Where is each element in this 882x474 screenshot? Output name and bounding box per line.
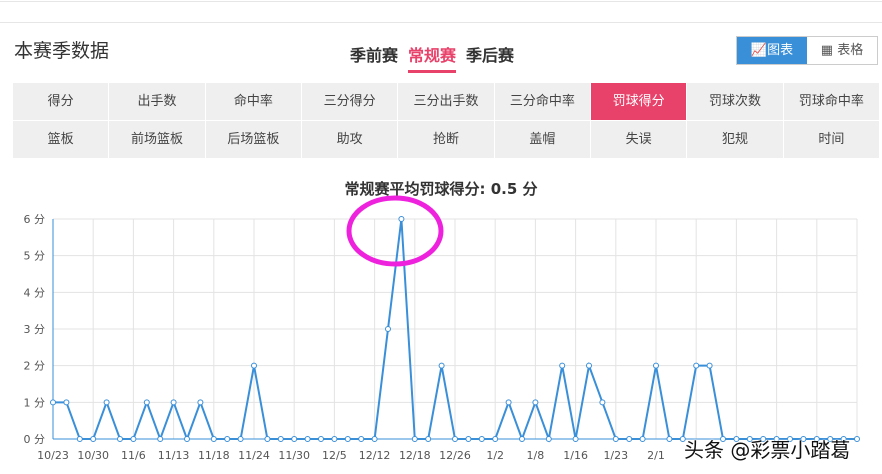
y-tick-label: 2 分	[24, 360, 46, 373]
data-point	[210, 436, 217, 442]
data-point	[90, 436, 97, 442]
x-tick-label: 11/18	[198, 449, 230, 462]
data-point	[385, 326, 391, 332]
data-point	[170, 399, 177, 406]
highlight-circle	[346, 195, 444, 267]
x-tick-label: 11/13	[158, 449, 190, 462]
data-point	[411, 436, 418, 442]
data-point	[666, 436, 673, 442]
x-tick-label: 1/16	[563, 449, 588, 462]
x-tick-label: 1/8	[527, 449, 545, 462]
data-point	[371, 436, 378, 442]
data-point	[492, 436, 499, 442]
data-point	[358, 436, 365, 442]
data-point	[425, 436, 432, 442]
data-point	[532, 399, 539, 406]
y-tick-label: 0 分	[24, 433, 46, 446]
y-tick-label: 3 分	[24, 323, 46, 336]
data-point	[398, 216, 405, 222]
data-point	[559, 362, 566, 369]
data-point	[224, 436, 231, 442]
data-point	[184, 436, 190, 442]
data-point	[572, 436, 579, 442]
data-point	[304, 436, 311, 442]
data-point	[478, 436, 485, 442]
data-point	[639, 436, 646, 442]
y-tick-label: 1 分	[24, 396, 46, 409]
x-tick-label: 10/23	[37, 449, 69, 462]
x-tick-label: 12/5	[322, 449, 347, 462]
data-point	[854, 436, 860, 442]
data-point	[143, 399, 150, 406]
line-chart: 0 分 1 分 2 分 3 分 4 分 5 分 6 分 10/23 10/30 11/6 11/13…	[24, 195, 860, 462]
data-point	[465, 436, 472, 442]
watermark: 头条 @彩票小踏葛	[684, 438, 851, 462]
data-point	[693, 362, 700, 369]
data-point	[505, 399, 512, 406]
data-point	[344, 436, 351, 442]
x-tick-label: 10/30	[77, 449, 109, 462]
data-point	[157, 436, 164, 442]
y-tick-label: 4 分	[24, 286, 46, 299]
data-point	[452, 436, 458, 442]
x-tick-label: 12/18	[399, 449, 431, 462]
data-point	[237, 436, 244, 442]
data-point	[76, 436, 83, 442]
data-point	[318, 436, 324, 442]
data-point	[291, 436, 298, 442]
x-tick-label: 2/1	[647, 449, 665, 462]
data-point	[706, 362, 713, 369]
data-point	[519, 436, 525, 442]
x-tick-label: 11/30	[278, 449, 310, 462]
data-point	[264, 436, 271, 442]
data-point	[331, 436, 338, 442]
data-point	[103, 399, 110, 406]
data-point	[545, 436, 552, 442]
x-tick-label: 11/24	[238, 449, 270, 462]
y-tick-label: 6 分	[24, 213, 46, 226]
data-point	[63, 399, 70, 406]
data-point	[130, 436, 137, 442]
x-tick-label: 11/6	[121, 449, 146, 462]
data-point	[277, 436, 284, 442]
data-point	[197, 399, 204, 406]
data-point	[251, 362, 257, 369]
data-point	[117, 436, 123, 442]
x-tick-label: 12/12	[359, 449, 391, 462]
data-point	[50, 399, 56, 406]
y-tick-label: 5 分	[24, 250, 46, 263]
data-point	[653, 362, 659, 369]
x-tick-label: 1/23	[603, 449, 628, 462]
data-point	[586, 362, 592, 369]
data-point	[612, 436, 619, 442]
x-tick-label: 1/2	[486, 449, 504, 462]
data-point	[438, 362, 445, 369]
data-point	[626, 436, 633, 442]
data-point	[599, 399, 606, 406]
x-tick-label: 12/26	[439, 449, 471, 462]
